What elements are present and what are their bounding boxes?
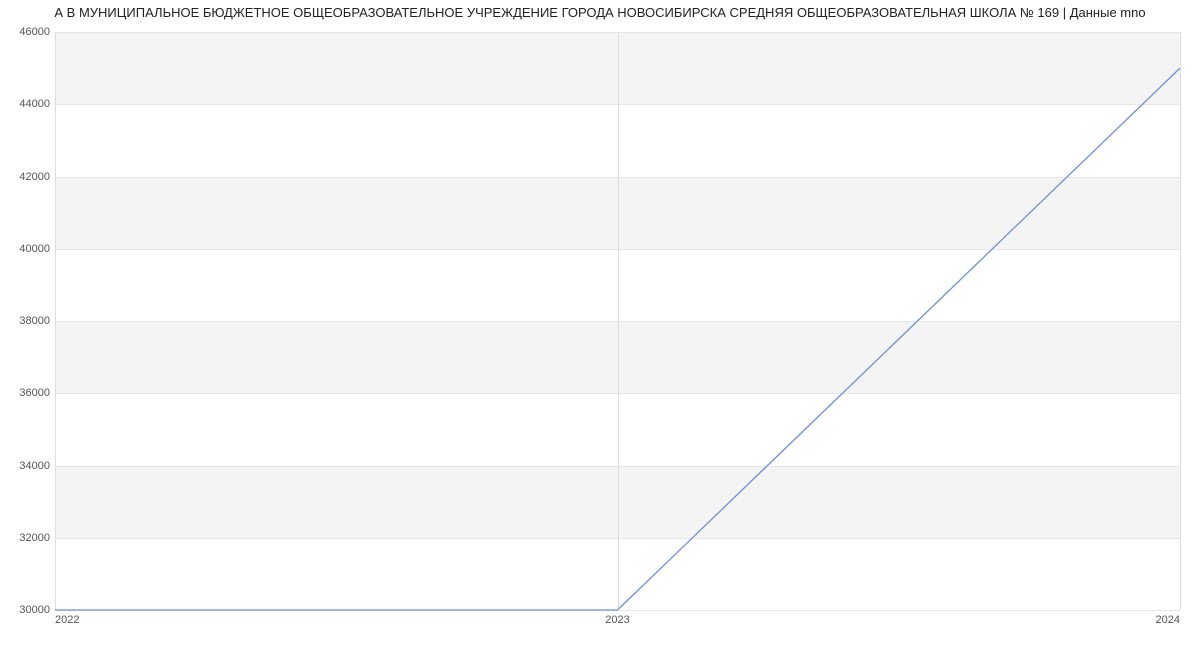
y-tick-label: 44000 <box>5 98 50 110</box>
chart-title: А В МУНИЦИПАЛЬНОЕ БЮДЖЕТНОЕ ОБЩЕОБРАЗОВА… <box>0 5 1200 20</box>
y-tick-label: 40000 <box>5 243 50 255</box>
x-tick-label: 2024 <box>1156 614 1180 626</box>
x-gridline <box>1180 32 1181 610</box>
y-tick-label: 32000 <box>5 532 50 544</box>
plot-area <box>55 32 1180 611</box>
x-tick-label: 2022 <box>55 614 79 626</box>
y-tick-label: 30000 <box>5 604 50 616</box>
series-line <box>55 68 1180 610</box>
y-tick-label: 36000 <box>5 387 50 399</box>
line-layer <box>55 32 1180 610</box>
y-tick-label: 34000 <box>5 460 50 472</box>
y-tick-label: 38000 <box>5 315 50 327</box>
x-tick-label: 2023 <box>605 614 629 626</box>
chart-container: А В МУНИЦИПАЛЬНОЕ БЮДЖЕТНОЕ ОБЩЕОБРАЗОВА… <box>0 0 1200 650</box>
y-tick-label: 42000 <box>5 171 50 183</box>
y-tick-label: 46000 <box>5 26 50 38</box>
